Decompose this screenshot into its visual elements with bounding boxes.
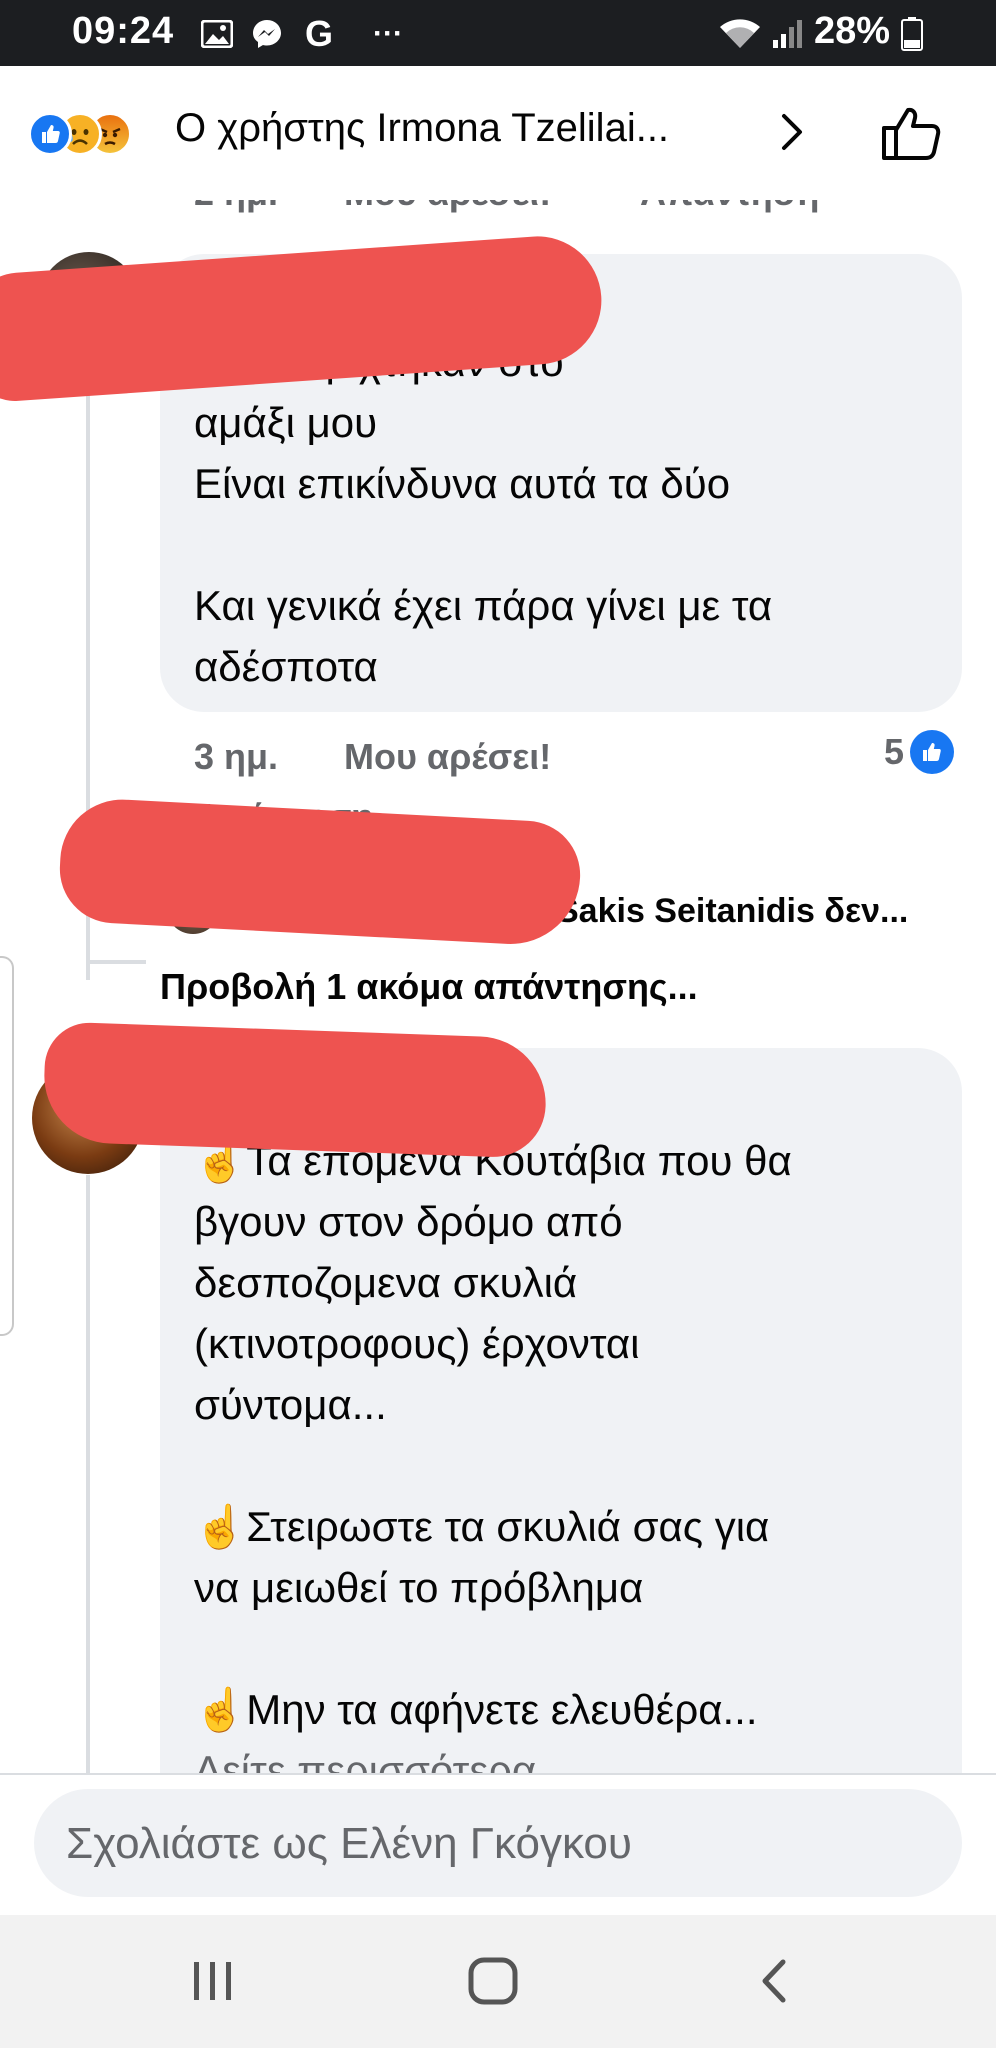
reply-preview-text[interactable]: Sakis Seitanidis δεν...: [556, 892, 908, 931]
like-badge-icon: [910, 730, 955, 774]
redaction-mark: [57, 796, 583, 948]
chevron-right-icon[interactable]: [772, 108, 812, 156]
like-link-cut[interactable]: Μου αρέσει!: [344, 200, 551, 214]
reactions-summary[interactable]: [28, 112, 168, 156]
home-icon[interactable]: [458, 1951, 528, 2011]
comment-line: αμάξι μου: [194, 399, 378, 446]
comment-line: βγουν στον δρόμο από: [194, 1198, 623, 1245]
view-more-replies-link[interactable]: Προβολή 1 ακόμα απάντησης...: [160, 966, 698, 1008]
comment-line: ☝️Μην τα αφήνετε ελευθέρα...: [194, 1686, 758, 1733]
clock: 09:24: [72, 10, 175, 52]
battery-level: 28%: [814, 10, 891, 52]
system-navigation-bar: [0, 1915, 996, 2048]
thread-line-2: [86, 1175, 90, 1773]
side-panel-handle[interactable]: [0, 956, 14, 1336]
comment-input[interactable]: Σχολιάστε ως Ελένη Γκόγκου: [34, 1789, 962, 1897]
thread-connector: [86, 960, 146, 964]
more-dots-icon: ···: [373, 17, 403, 50]
comment-line: Είναι επικίνδυνα αυτά τα δύο: [194, 460, 731, 507]
comments-list[interactable]: 2 ημ. Μου αρέσει! Απάντηση ριν και ρίχτη…: [0, 200, 996, 1773]
like-count: 5: [884, 731, 905, 772]
comment-line: να μειωθεί το πρόβλημα: [194, 1564, 644, 1611]
recent-apps-icon[interactable]: [178, 1951, 248, 2011]
comment-line: Και γενικά έχει πάρα γίνει με τα: [194, 582, 773, 629]
comment-time: 3 ημ.: [194, 736, 279, 777]
back-icon[interactable]: [740, 1951, 810, 2011]
reply-link-cut[interactable]: Απάντηση: [640, 200, 819, 214]
google-icon: G: [304, 13, 333, 54]
post-title[interactable]: Ο χρήστης Irmona Tzelilai...: [175, 106, 669, 151]
thumbs-up-icon: [882, 107, 941, 160]
image-icon: [200, 18, 234, 50]
battery-icon: [900, 17, 924, 51]
like-post-button[interactable]: [880, 104, 942, 162]
comment-line: αδέσποτα: [194, 643, 378, 690]
comment-time-cut: 2 ημ.: [194, 200, 278, 214]
wifi-icon: [718, 18, 762, 50]
comment-input-placeholder: Σχολιάστε ως Ελένη Γκόγκου: [66, 1819, 632, 1868]
comment-like-count[interactable]: 5: [884, 730, 955, 774]
like-reaction-icon: [28, 112, 72, 156]
comment-line: δεσποζομενα σκυλιά: [194, 1259, 578, 1306]
comment-line: σύντομα...: [194, 1381, 387, 1428]
see-more-link[interactable]: Δείτε περισσότερα: [194, 1740, 536, 1773]
status-bar: 09:24 G ··· 28%: [0, 0, 996, 66]
messenger-icon: [250, 18, 284, 50]
redaction-mark: [42, 1021, 548, 1159]
like-comment-link[interactable]: Μου αρέσει!: [344, 736, 551, 778]
comment-line: (κτινοτροφους) έρχονται: [194, 1320, 640, 1367]
comment-line: ☝️Στειρωστε τα σκυλιά σας για: [194, 1503, 770, 1550]
comment-composer: Σχολιάστε ως Ελένη Γκόγκου: [0, 1773, 996, 1915]
post-header: Ο χρήστης Irmona Tzelilai...: [0, 66, 996, 200]
signal-icon: [770, 18, 804, 50]
